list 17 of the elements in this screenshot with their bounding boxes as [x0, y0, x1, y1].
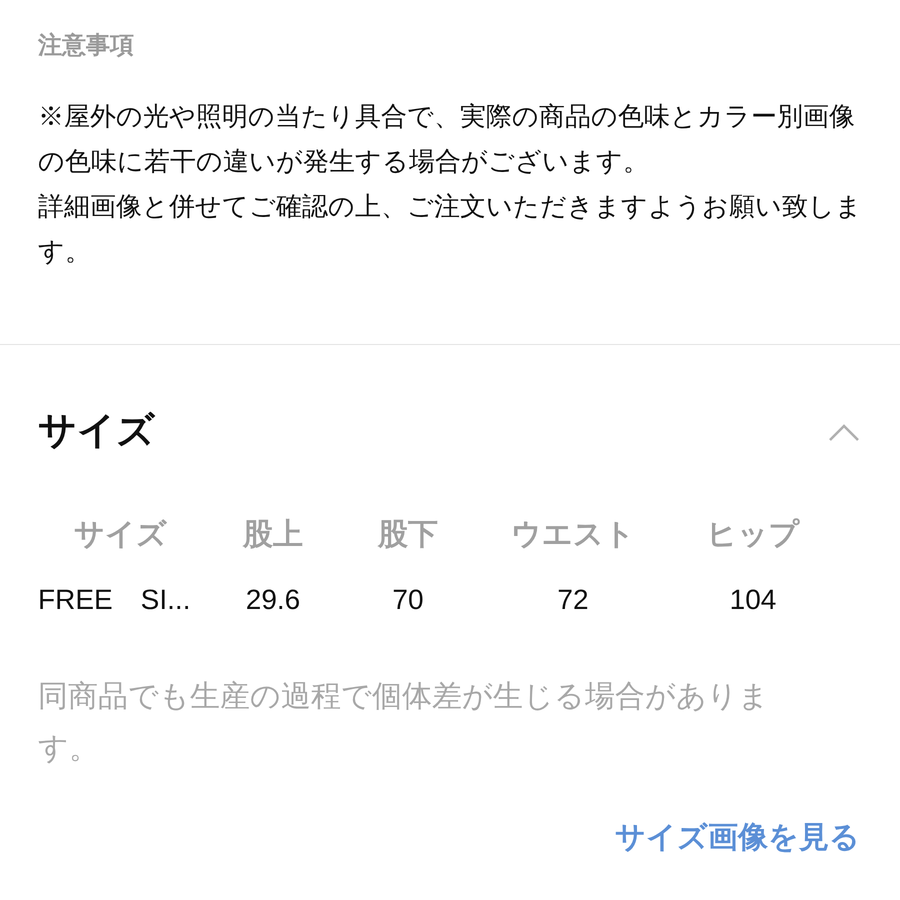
column-header: サイズ — [73, 517, 168, 553]
column-header: ヒップ — [706, 517, 801, 553]
table-cell-text: 104 — [728, 583, 778, 617]
table-cell-text: 72 — [556, 583, 590, 617]
size-note: 同商品でも生産の過程で個体差が生じる場合があります。 — [38, 679, 770, 767]
table-cell-text: 29.6 — [244, 583, 302, 617]
chevron-up-icon[interactable] — [828, 422, 860, 442]
column-header: 股上 — [242, 517, 304, 553]
size-image-link[interactable]: サイズ画像を見る — [615, 815, 860, 860]
notice-paragraph: ※屋外の光や照明の当たり具合で、実際の商品の色味とカラー別画像の色味に若干の違いが発生する場合がございます。 — [38, 100, 856, 178]
table-cell-text: 70 — [391, 583, 425, 617]
column-header: 股下 — [376, 517, 439, 553]
column-header: ウエスト — [510, 517, 636, 553]
notice-paragraph: 詳細画像と併せてご確認の上、ご注文いただきますようお願い致します。 — [38, 190, 863, 268]
table-cell-text: FREE SI... — [38, 583, 192, 617]
section-heading: 注意事項 — [38, 31, 135, 61]
section-heading: サイズ — [38, 409, 155, 454]
